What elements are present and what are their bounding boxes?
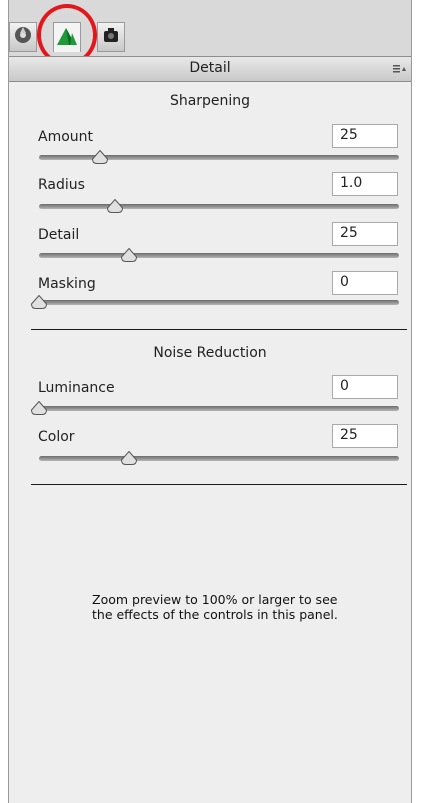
detail-label: Detail (38, 227, 80, 243)
masking-slider-track[interactable] (39, 300, 399, 305)
detail-value-field[interactable]: 25 (332, 222, 398, 246)
luminance-value-field[interactable]: 0 (332, 375, 398, 399)
masking-value-field[interactable]: 0 (332, 271, 398, 295)
luminance-slider-track[interactable] (39, 406, 399, 411)
panel-tab-bar (9, 0, 411, 56)
sharpening-section-title: Sharpening (169, 93, 251, 109)
radius-value-field[interactable]: 1.0 (332, 172, 398, 196)
radius-slider-track[interactable] (39, 204, 399, 209)
tab-camera-calibration[interactable] (97, 22, 125, 52)
section-divider (31, 484, 407, 485)
amount-slider-thumb[interactable] (92, 150, 109, 164)
panel-title: Detail (189, 60, 231, 76)
detail-triangle-icon (55, 25, 79, 51)
camera-calibration-icon (101, 25, 121, 49)
panel-menu-icon[interactable] (393, 63, 407, 75)
luminance-label: Luminance (38, 380, 115, 396)
tab-detail[interactable] (53, 22, 81, 52)
detail-panel: Detail Sharpening Amount 25 Radius 1.0 D… (8, 0, 412, 803)
zoom-preview-note: Zoom preview to 100% or larger to see th… (92, 592, 338, 622)
panel-header: Detail (9, 56, 411, 82)
detail-slider-track[interactable] (39, 253, 399, 258)
luminance-slider-thumb[interactable] (31, 401, 47, 415)
color-label: Color (38, 429, 75, 445)
radius-slider-thumb[interactable] (106, 199, 123, 213)
section-divider (31, 329, 407, 330)
color-slider-track[interactable] (39, 456, 399, 461)
basic-tonecurve-icon (13, 25, 33, 49)
masking-slider-thumb[interactable] (31, 295, 47, 309)
radius-label: Radius (38, 177, 85, 193)
masking-label: Masking (38, 276, 96, 292)
tab-basic[interactable] (9, 22, 37, 52)
amount-label: Amount (38, 129, 94, 145)
color-value-field[interactable]: 25 (332, 424, 398, 448)
color-slider-thumb[interactable] (121, 451, 137, 465)
amount-value-field[interactable]: 25 (332, 124, 398, 148)
noise-reduction-section-title: Noise Reduction (153, 345, 267, 361)
detail-slider-thumb[interactable] (121, 248, 137, 262)
